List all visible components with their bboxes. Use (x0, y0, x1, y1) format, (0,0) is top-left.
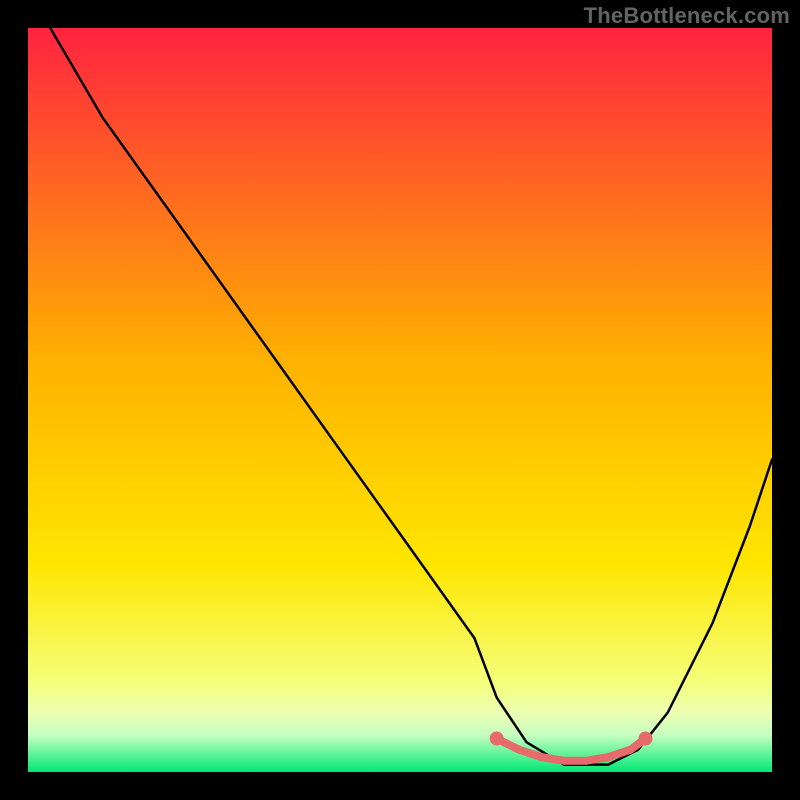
plot-background (28, 28, 772, 772)
optimal-range-dot (537, 753, 545, 761)
optimal-range-dot (604, 753, 612, 761)
watermark-text: TheBottleneck.com (584, 3, 790, 29)
optimal-range-dot (582, 757, 590, 765)
optimal-range-dot (639, 732, 653, 746)
chart-container: { "watermark": "TheBottleneck.com", "cha… (0, 0, 800, 800)
bottleneck-chart (0, 0, 800, 800)
optimal-range-dot (627, 746, 635, 754)
optimal-range-dot (560, 757, 568, 765)
optimal-range-dot (490, 732, 504, 746)
optimal-range-dot (515, 746, 523, 754)
